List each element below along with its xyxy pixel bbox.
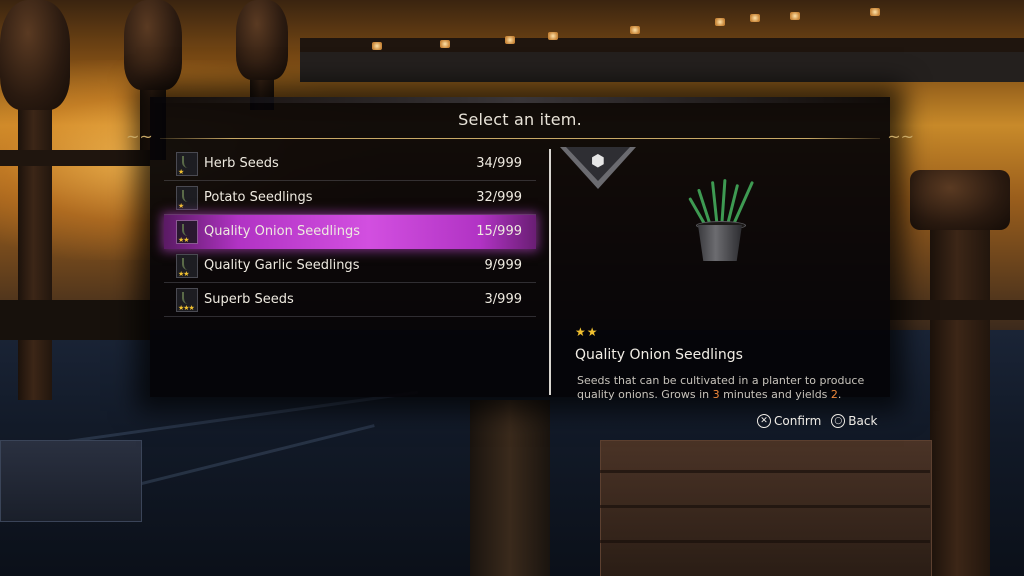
deck-light xyxy=(630,26,640,34)
back-button[interactable]: ○ Back xyxy=(831,414,877,428)
railing-post-cap xyxy=(236,0,288,80)
detail-description: Seeds that can be cultivated in a plante… xyxy=(577,374,877,402)
item-name: Superb Seeds xyxy=(204,292,294,307)
deck-light xyxy=(790,12,800,20)
circle-button-icon: ○ xyxy=(831,414,846,428)
sprout-icon xyxy=(182,190,192,202)
seed-bag-icon: ★★ xyxy=(176,254,198,278)
sprout-icon xyxy=(182,224,192,236)
right-flourish-icon: ~~ xyxy=(887,127,914,146)
left-railing xyxy=(0,150,150,166)
item-name: Potato Seedlings xyxy=(204,190,313,205)
desc-yield: 2 xyxy=(830,388,838,401)
desc-grow-time: 3 xyxy=(712,388,720,401)
rarity-stars-icon: ★★ xyxy=(178,236,190,244)
deck-light xyxy=(715,18,725,26)
item-row-quality-onion-seedlings[interactable]: ★★ Quality Onion Seedlings 15/999 xyxy=(164,215,536,249)
deck-light xyxy=(870,8,880,16)
deck-light xyxy=(372,42,382,50)
cube-icon: ⬢ xyxy=(591,151,605,170)
title-underline xyxy=(160,138,880,139)
railing-post-cap xyxy=(124,0,182,90)
item-name: Quality Garlic Seedlings xyxy=(204,258,360,273)
pot-icon xyxy=(698,225,742,261)
dialog-title: Select an item. xyxy=(458,109,582,129)
item-count: 32/999 xyxy=(476,190,522,205)
item-count: 15/999 xyxy=(476,224,522,239)
left-railing-low xyxy=(0,300,150,340)
seed-bag-icon: ★★★ xyxy=(176,288,198,312)
desc-text: minutes and yields xyxy=(719,388,831,401)
desc-text: . xyxy=(837,388,842,401)
rarity-stars-icon: ★ xyxy=(178,168,184,176)
sprout-icon xyxy=(182,258,192,270)
dialog-title-bar: Select an item. xyxy=(150,97,890,141)
item-detail-panel: ⬢ ★★ Quality Onion Seedlings Seeds that … xyxy=(560,147,880,401)
crate-board xyxy=(600,505,930,508)
crate-board xyxy=(600,470,930,473)
item-row-quality-garlic-seedlings[interactable]: ★★ Quality Garlic Seedlings 9/999 xyxy=(164,249,536,283)
item-count: 3/999 xyxy=(484,292,522,307)
rarity-stars-icon: ★ xyxy=(178,202,184,210)
railing-post-cap xyxy=(910,170,1010,230)
railing-post xyxy=(930,190,990,576)
confirm-label: Confirm xyxy=(774,414,822,428)
item-row-herb-seeds[interactable]: ★ Herb Seeds 34/999 xyxy=(164,147,536,181)
railing-post-cap xyxy=(0,0,70,110)
back-railing-wall xyxy=(300,52,1024,82)
wooden-crate xyxy=(600,440,932,576)
detail-rarity-stars: ★★ xyxy=(575,325,599,339)
panel-divider xyxy=(549,149,551,395)
deck-light xyxy=(505,36,515,44)
sprout-icon xyxy=(182,292,192,304)
deck-light xyxy=(750,14,760,22)
railing-post xyxy=(18,60,52,400)
deck-hatch xyxy=(0,440,142,522)
seed-bag-icon: ★★ xyxy=(176,220,198,244)
button-prompts: ✕ Confirm ○ Back xyxy=(757,414,877,428)
item-row-potato-seedlings[interactable]: ★ Potato Seedlings 32/999 xyxy=(164,181,536,215)
seed-bag-icon: ★ xyxy=(176,152,198,176)
crate-board xyxy=(600,540,930,543)
item-count: 9/999 xyxy=(484,258,522,273)
deck-light xyxy=(548,32,558,40)
confirm-button[interactable]: ✕ Confirm xyxy=(757,414,821,428)
character-silhouette xyxy=(470,400,550,576)
back-label: Back xyxy=(848,414,878,428)
deck-light xyxy=(440,40,450,48)
rarity-stars-icon: ★★★ xyxy=(178,304,195,312)
rarity-stars-icon: ★★ xyxy=(178,270,190,278)
seed-bag-icon: ★ xyxy=(176,186,198,210)
item-name: Quality Onion Seedlings xyxy=(204,224,360,239)
cross-button-icon: ✕ xyxy=(757,414,771,428)
item-name: Herb Seeds xyxy=(204,156,279,171)
item-list: ★ Herb Seeds 34/999 ★ Potato Seedlings 3… xyxy=(164,147,536,317)
item-select-dialog: Select an item. ~~ ~~ ★ Herb Seeds 34/99… xyxy=(126,97,914,401)
right-railing xyxy=(890,300,1024,320)
back-railing xyxy=(300,38,1024,52)
sprout-icon xyxy=(182,156,192,168)
detail-item-name: Quality Onion Seedlings xyxy=(575,347,743,363)
item-preview-image xyxy=(680,177,760,267)
left-flourish-icon: ~~ xyxy=(126,127,153,146)
item-row-superb-seeds[interactable]: ★★★ Superb Seeds 3/999 xyxy=(164,283,536,317)
item-count: 34/999 xyxy=(476,156,522,171)
